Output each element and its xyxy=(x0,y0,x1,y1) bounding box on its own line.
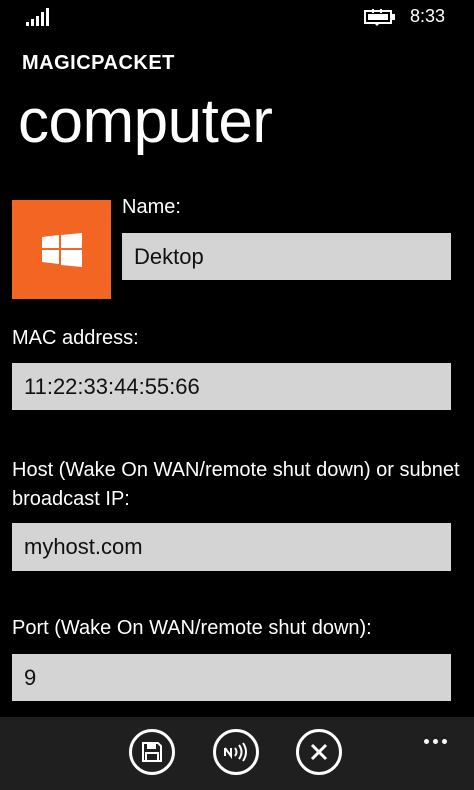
screen: 8:33 MAGICPACKET computer Name: MAC addr… xyxy=(0,0,474,790)
page-title: computer xyxy=(18,87,273,156)
more-icon[interactable] xyxy=(424,729,452,744)
signal-strength-icon xyxy=(26,8,49,26)
save-button[interactable] xyxy=(129,729,175,775)
status-bar: 8:33 xyxy=(0,0,474,36)
windows-logo-icon xyxy=(42,233,82,267)
name-label: Name: xyxy=(122,196,181,218)
app-bar xyxy=(0,717,474,790)
battery-charging-icon xyxy=(364,9,395,26)
name-field[interactable] xyxy=(122,233,451,280)
port-label: Port (Wake On WAN/remote shut down): xyxy=(12,617,372,639)
computer-tile[interactable] xyxy=(12,200,111,299)
mac-address-field[interactable] xyxy=(12,363,451,410)
port-field[interactable] xyxy=(12,654,451,701)
app-name: MAGICPACKET xyxy=(22,52,175,74)
cancel-button[interactable] xyxy=(296,729,342,775)
clock: 8:33 xyxy=(410,6,446,26)
host-field[interactable] xyxy=(12,523,451,571)
mac-address-label: MAC address: xyxy=(12,327,139,349)
nfc-icon xyxy=(224,742,247,762)
nfc-button[interactable] xyxy=(213,729,259,775)
cancel-icon xyxy=(310,743,328,761)
save-icon xyxy=(142,742,162,762)
host-label: Host (Wake On WAN/remote shut down) or s… xyxy=(12,459,460,510)
